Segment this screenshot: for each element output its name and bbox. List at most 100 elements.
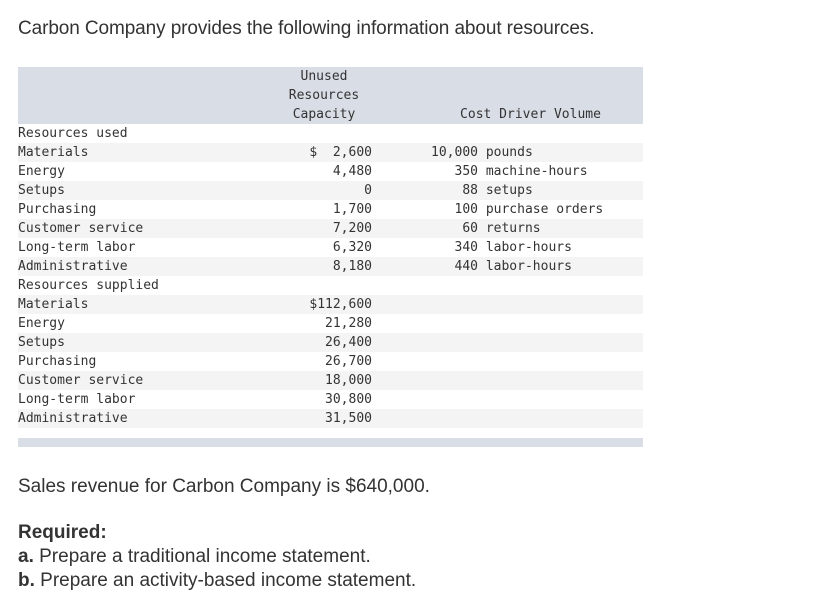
header-capacity-line1: Unused — [300, 69, 348, 84]
table-row: Long-term labor 6,320 340 labor-hours — [18, 238, 643, 257]
row-label: Customer service — [18, 371, 276, 390]
section-title: Resources used — [18, 126, 128, 141]
table-row: Customer service 18,000 — [18, 371, 643, 390]
table-row: Customer service 7,200 60 returns — [18, 219, 643, 238]
row-label: Materials — [18, 143, 276, 162]
gap-cell — [372, 238, 418, 257]
row-label: Long-term labor — [18, 392, 136, 407]
section-title: Resources supplied — [18, 278, 159, 293]
required-text: Prepare a traditional income statement. — [33, 546, 371, 567]
row-label: Setups — [18, 333, 276, 352]
gap-cell — [372, 371, 418, 390]
section-row: Resources supplied — [18, 276, 643, 295]
driver-unit: pounds — [485, 145, 533, 160]
driver-cell — [418, 295, 643, 314]
row-value: 0 — [276, 181, 372, 200]
table-row: Setups 26,400 — [18, 333, 643, 352]
driver-cell — [418, 371, 643, 390]
driver-cell — [418, 409, 643, 428]
row-value: 21,280 — [325, 316, 372, 331]
driver-cell — [418, 314, 643, 333]
header-driver-text: Cost Driver Volume — [460, 107, 601, 122]
driver-unit: machine-hours — [485, 164, 588, 179]
required-text: Prepare an activity-based income stateme… — [34, 570, 417, 591]
gap-cell — [372, 390, 418, 409]
table-row: Materials $ 2,600 10,000 pounds — [18, 143, 643, 162]
row-label: Long-term labor — [18, 240, 136, 255]
gap-cell — [372, 219, 418, 238]
driver-cell: 60 returns — [418, 219, 643, 238]
table-row: Energy 4,480 350 machine-hours — [18, 162, 643, 181]
gap-cell — [372, 181, 418, 200]
driver-cell: 100 purchase orders — [418, 200, 643, 219]
gap-cell — [372, 333, 418, 352]
gap-cell — [372, 200, 418, 219]
required-section: Required: a. Prepare a traditional incom… — [18, 521, 416, 593]
driver-unit: labor-hours — [485, 240, 572, 255]
header-label-blank — [18, 67, 276, 124]
gap-cell — [372, 257, 418, 276]
driver-quantity: 100 — [454, 202, 478, 217]
row-value: 4,480 — [332, 164, 372, 179]
row-label: Materials — [18, 295, 276, 314]
row-value: 30,800 — [325, 392, 372, 407]
row-label: Setups — [18, 181, 276, 200]
driver-cell — [418, 352, 643, 371]
driver-cell: 440 labor-hours — [418, 257, 643, 276]
resources-table: Unused Resources Capacity Cost Driver Vo… — [18, 67, 643, 447]
driver-quantity: 350 — [454, 164, 478, 179]
driver-unit: setups — [485, 183, 533, 198]
header-capacity-line3: Capacity — [292, 107, 356, 122]
row-label: Customer service — [18, 219, 276, 238]
spacer-cell — [18, 428, 643, 438]
row-label: Administrative — [18, 409, 276, 428]
driver-cell: 10,000 pounds — [418, 143, 643, 162]
driver-quantity: 60 — [462, 221, 478, 236]
table-footer-bar — [18, 438, 643, 447]
driver-cell: 88 setups — [418, 181, 643, 200]
row-label: Purchasing — [18, 354, 97, 369]
driver-quantity: 88 — [462, 183, 478, 198]
gap-cell — [372, 162, 418, 181]
table-row: Energy 21,280 — [18, 314, 643, 333]
table-row: Purchasing 1,700 100 purchase orders — [18, 200, 643, 219]
row-value: 7,200 — [276, 219, 372, 238]
table-body: Resources used Materials $ 2,600 10,000 pou… — [18, 124, 643, 447]
sales-revenue-text: Sales revenue for Carbon Company is $640… — [18, 476, 430, 497]
table-header-row: Unused Resources Capacity Cost Driver Vo… — [18, 67, 643, 124]
driver-quantity: 440 — [454, 259, 478, 274]
required-marker: a. — [18, 546, 34, 567]
gap-cell — [372, 352, 418, 371]
spacer-row — [18, 428, 643, 438]
row-label: Energy — [18, 164, 65, 179]
table-row: Administrative 8,180 440 labor-hours — [18, 257, 643, 276]
gap-cell — [372, 295, 418, 314]
row-label: Administrative — [18, 257, 276, 276]
driver-unit: labor-hours — [485, 259, 572, 274]
required-title: Required: — [18, 522, 107, 543]
row-value: 18,000 — [276, 371, 372, 390]
driver-cell: 340 labor-hours — [418, 238, 643, 257]
row-value: $ 2,600 — [276, 143, 372, 162]
driver-unit: purchase orders — [485, 202, 604, 217]
driver-cell — [418, 333, 643, 352]
required-marker: b. — [18, 570, 35, 591]
gap-cell — [372, 143, 418, 162]
driver-cell: 350 machine-hours — [418, 162, 643, 181]
row-value: 31,500 — [276, 409, 372, 428]
table-row: Long-term labor 30,800 — [18, 390, 643, 409]
required-item-a: a. Prepare a traditional income statemen… — [18, 545, 416, 569]
row-value: $112,600 — [276, 295, 372, 314]
table-row: Administrative 31,500 — [18, 409, 643, 428]
row-value: 26,400 — [276, 333, 372, 352]
driver-unit: returns — [485, 221, 541, 236]
header-capacity-line2: Resources — [288, 88, 360, 103]
row-value: 8,180 — [276, 257, 372, 276]
row-value: 26,700 — [325, 354, 372, 369]
footer-cell — [18, 438, 643, 447]
driver-quantity: 10,000 — [431, 145, 478, 160]
intro-text: Carbon Company provides the following in… — [18, 18, 595, 39]
section-row: Resources used — [18, 124, 643, 143]
header-unused-capacity: Unused Resources Capacity — [276, 67, 372, 124]
driver-quantity: 340 — [454, 240, 478, 255]
